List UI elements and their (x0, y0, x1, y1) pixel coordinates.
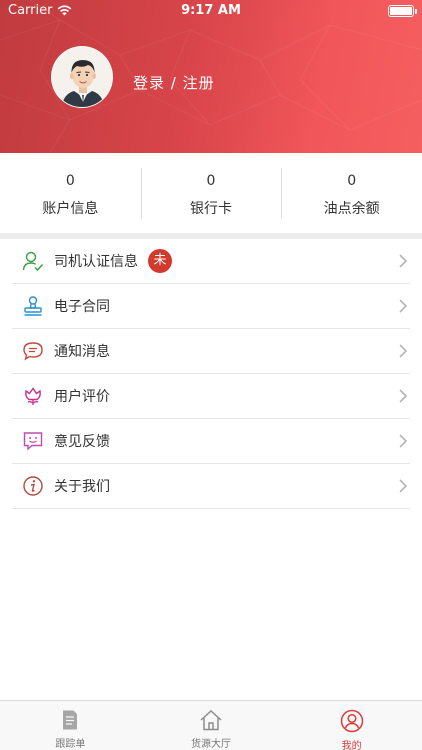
chevron-right-icon (399, 254, 408, 268)
menu-item-driver-verification[interactable]: 司机认证信息 未 (12, 239, 410, 284)
stat-label: 银行卡 (190, 201, 232, 217)
chevron-right-icon (399, 299, 408, 313)
chevron-right-icon (399, 389, 408, 403)
profile-header: Carrier 9:17 AM 登录 / 注册 (0, 0, 422, 153)
home-icon (199, 709, 223, 731)
chevron-right-icon (399, 479, 408, 493)
tab-label: 跟踪单 (55, 739, 86, 750)
status-bar: Carrier 9:17 AM (0, 0, 422, 22)
menu-item-label: 用户评价 (54, 389, 110, 405)
stat-value: 0 (206, 173, 216, 189)
menu-item-label: 司机认证信息 (54, 254, 138, 270)
user-icon (340, 709, 364, 733)
login-register-link[interactable]: 登录 / 注册 (133, 72, 215, 93)
settings-menu: 司机认证信息 未 电子合同 通知消息 用户评价 意见反馈 关于我们 (0, 239, 422, 509)
message-icon (22, 340, 44, 362)
battery-icon (388, 5, 417, 17)
contract-stamp-icon (22, 295, 44, 317)
tab-label: 我的 (341, 741, 362, 750)
stat-value: 0 (65, 173, 75, 189)
menu-item-notifications[interactable]: 通知消息 (12, 329, 410, 374)
tab-cargo-hall[interactable]: 货源大厅 (141, 701, 282, 750)
menu-item-e-contract[interactable]: 电子合同 (12, 284, 410, 329)
stat-label: 油点余额 (323, 201, 380, 217)
stat-fuel-balance[interactable]: 0 油点余额 (281, 153, 422, 233)
menu-item-user-reviews[interactable]: 用户评价 (12, 374, 410, 419)
tab-label: 货源大厅 (191, 739, 231, 750)
stat-value: 0 (347, 173, 357, 189)
unverified-badge: 未 (148, 249, 172, 273)
account-stats: 0 账户信息 0 银行卡 0 油点余额 (0, 153, 422, 233)
chevron-right-icon (399, 344, 408, 358)
feedback-icon (22, 430, 44, 452)
stat-label: 账户信息 (42, 201, 99, 217)
info-icon (22, 475, 44, 497)
bottom-tab-bar: 跟踪单 货源大厅 我的 (0, 700, 422, 750)
stat-bank-card[interactable]: 0 银行卡 (140, 153, 282, 233)
avatar[interactable] (51, 46, 113, 108)
driver-verify-icon (22, 250, 44, 272)
tab-tracking[interactable]: 跟踪单 (0, 701, 141, 750)
driver-avatar-icon (52, 47, 112, 107)
menu-item-label: 电子合同 (54, 299, 110, 315)
menu-item-label: 关于我们 (54, 479, 110, 495)
document-icon (58, 709, 82, 731)
clock: 9:17 AM (181, 3, 241, 18)
stat-account-info[interactable]: 0 账户信息 (0, 153, 141, 233)
tab-mine[interactable]: 我的 (281, 701, 422, 750)
flower-icon (22, 385, 44, 407)
menu-item-about-us[interactable]: 关于我们 (12, 464, 410, 509)
menu-item-label: 意见反馈 (54, 434, 110, 450)
menu-item-feedback[interactable]: 意见反馈 (12, 419, 410, 464)
chevron-right-icon (399, 434, 408, 448)
menu-item-label: 通知消息 (54, 344, 110, 360)
